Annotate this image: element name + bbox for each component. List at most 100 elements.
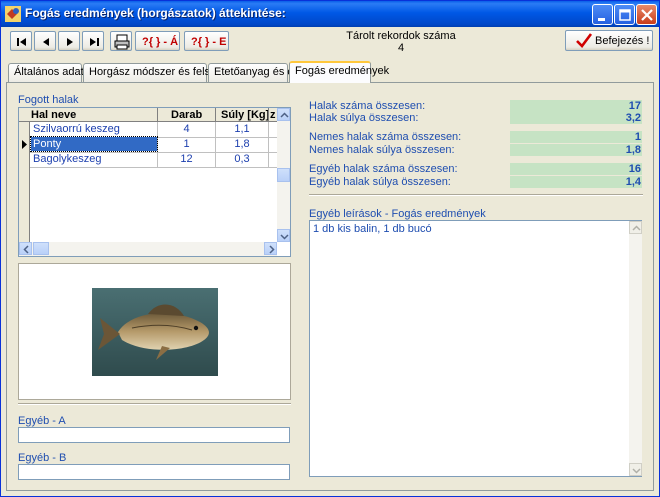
col-header-weight: Súly [Kg] xyxy=(221,109,268,121)
memo-text: 1 db kis balin, 1 db bucó xyxy=(313,223,432,235)
first-record-button[interactable] xyxy=(10,31,32,51)
checkmark-icon xyxy=(576,33,593,48)
cell-weight: 1,8 xyxy=(234,138,250,150)
col-sep xyxy=(268,108,269,122)
col-sep xyxy=(157,108,158,122)
row-indicator xyxy=(19,122,30,137)
carp-photo xyxy=(92,288,218,376)
row-indicator xyxy=(19,137,30,152)
tab-method[interactable]: Horgász módszer és felszerelés xyxy=(83,63,246,82)
printer-icon xyxy=(114,34,130,50)
last-record-button[interactable] xyxy=(82,31,104,51)
finish-label: Befejezés ! xyxy=(595,35,650,47)
minimize-icon xyxy=(598,18,605,21)
table-row[interactable]: Bagolykeszeg 12 0,3 xyxy=(19,152,277,167)
next-record-button[interactable] xyxy=(58,31,80,51)
memo-textarea[interactable]: 1 db kis balin, 1 db bucó xyxy=(309,220,642,477)
first-record-icon xyxy=(17,38,26,46)
cell-count: 4 xyxy=(183,123,190,135)
query-e-button[interactable]: ?{ } - E xyxy=(184,31,229,51)
record-count-value: 4 xyxy=(397,42,405,54)
stat-value-total-count: 17 xyxy=(510,100,642,112)
tab-bait[interactable]: Etetőanyag és csali xyxy=(208,63,309,82)
cell-fish-name: Bagolykeszeg xyxy=(33,153,102,165)
scroll-down-button[interactable] xyxy=(629,463,642,476)
scroll-left-button[interactable] xyxy=(19,242,32,255)
window-title: Fogás eredmények (horgászatok) áttekinté… xyxy=(25,6,286,20)
print-button[interactable] xyxy=(110,31,132,51)
app-window: Fogás eredmények (horgászatok) áttekinté… xyxy=(0,0,660,497)
scroll-thumb[interactable] xyxy=(277,168,290,182)
stat-value-other-weight: 1,4 xyxy=(510,176,642,188)
fish-photo-frame xyxy=(18,263,291,400)
memo-vertical-scrollbar[interactable] xyxy=(629,221,642,476)
memo-label: Egyéb leírások - Fogás eredmények xyxy=(309,208,486,220)
chevron-down-icon xyxy=(632,468,641,474)
caught-fish-grid[interactable]: Hal neve Darab Súly [Kg] z Szilvaorrú ke… xyxy=(18,107,291,257)
stat-label-other-count: Egyéb halak száma összesen: xyxy=(309,163,458,175)
col-sep xyxy=(215,108,216,122)
chevron-down-icon xyxy=(280,234,289,240)
stat-value-other-count: 16 xyxy=(510,163,642,175)
stat-value-noble-count: 1 xyxy=(510,131,642,143)
app-icon xyxy=(5,6,21,22)
caught-fish-label: Fogott halak xyxy=(18,94,79,106)
stat-value-noble-weight: 1,8 xyxy=(510,144,642,156)
scroll-thumb[interactable] xyxy=(33,242,49,255)
other-b-field[interactable] xyxy=(18,464,290,480)
stat-label-total-count: Halak száma összesen: xyxy=(309,100,426,112)
other-b-label: Egyéb - B xyxy=(18,452,67,464)
stat-label-other-weight: Egyéb halak súlya összesen: xyxy=(309,176,451,188)
query-a-label: ?{ } - Á xyxy=(142,36,179,48)
stat-value-total-weight: 3,2 xyxy=(510,112,642,124)
cell-weight: 1,1 xyxy=(234,123,250,135)
cell-fish-name: Szilvaorrú keszeg xyxy=(33,123,120,135)
scroll-up-button[interactable] xyxy=(277,108,290,121)
chevron-up-icon xyxy=(632,225,641,231)
stat-label-noble-count: Nemes halak száma összesen: xyxy=(309,131,462,143)
table-row[interactable]: Szilvaorrú keszeg 4 1,1 xyxy=(19,122,277,137)
stat-label-noble-weight: Nemes halak súlya összesen: xyxy=(309,144,455,156)
cell-weight: 0,3 xyxy=(234,153,250,165)
query-e-label: ?{ } - E xyxy=(191,36,227,48)
close-button[interactable] xyxy=(636,4,657,25)
col-header-count: Darab xyxy=(171,109,203,121)
current-row-arrow-icon xyxy=(22,140,27,149)
prev-record-icon xyxy=(43,38,49,46)
next-record-icon xyxy=(67,38,73,46)
divider xyxy=(18,403,291,405)
maximize-button[interactable] xyxy=(614,4,635,25)
other-a-field[interactable] xyxy=(18,427,290,443)
title-bar[interactable]: Fogás eredmények (horgászatok) áttekinté… xyxy=(1,1,659,27)
col-header-name: Hal neve xyxy=(31,109,77,121)
other-a-label: Egyéb - A xyxy=(18,415,66,427)
chevron-up-icon xyxy=(280,112,289,118)
close-icon xyxy=(641,9,653,21)
cell-count: 12 xyxy=(180,153,193,165)
cell-fish-name: Ponty xyxy=(33,138,62,150)
scroll-down-button[interactable] xyxy=(277,229,290,242)
divider xyxy=(309,194,643,196)
chevron-left-icon xyxy=(23,245,29,254)
grid-vertical-scrollbar[interactable] xyxy=(277,108,290,242)
grid-line xyxy=(30,167,277,168)
tab-general[interactable]: Általános adatok xyxy=(8,63,95,82)
scroll-right-button[interactable] xyxy=(264,242,277,255)
chevron-right-icon xyxy=(269,245,275,254)
record-count-label: Tárolt rekordok száma xyxy=(346,30,456,42)
maximize-icon xyxy=(619,9,631,21)
scroll-up-button[interactable] xyxy=(629,221,642,234)
stat-label-total-weight: Halak súlya összesen: xyxy=(309,112,419,124)
query-a-button[interactable]: ?{ } - Á xyxy=(135,31,180,51)
row-indicator-empty xyxy=(19,167,30,242)
minimize-button[interactable] xyxy=(592,4,613,25)
finish-button[interactable]: Befejezés ! xyxy=(565,30,653,51)
tab-results[interactable]: Fogás eredmények xyxy=(289,61,389,83)
row-indicator xyxy=(19,152,30,167)
prev-record-button[interactable] xyxy=(34,31,56,51)
cell-count: 1 xyxy=(183,138,190,150)
grid-horizontal-scrollbar[interactable] xyxy=(19,242,277,256)
table-row-selected[interactable]: Ponty 1 1,8 xyxy=(19,136,277,152)
grid-header: Hal neve Darab Súly [Kg] z xyxy=(19,108,277,122)
last-record-icon xyxy=(90,38,99,46)
